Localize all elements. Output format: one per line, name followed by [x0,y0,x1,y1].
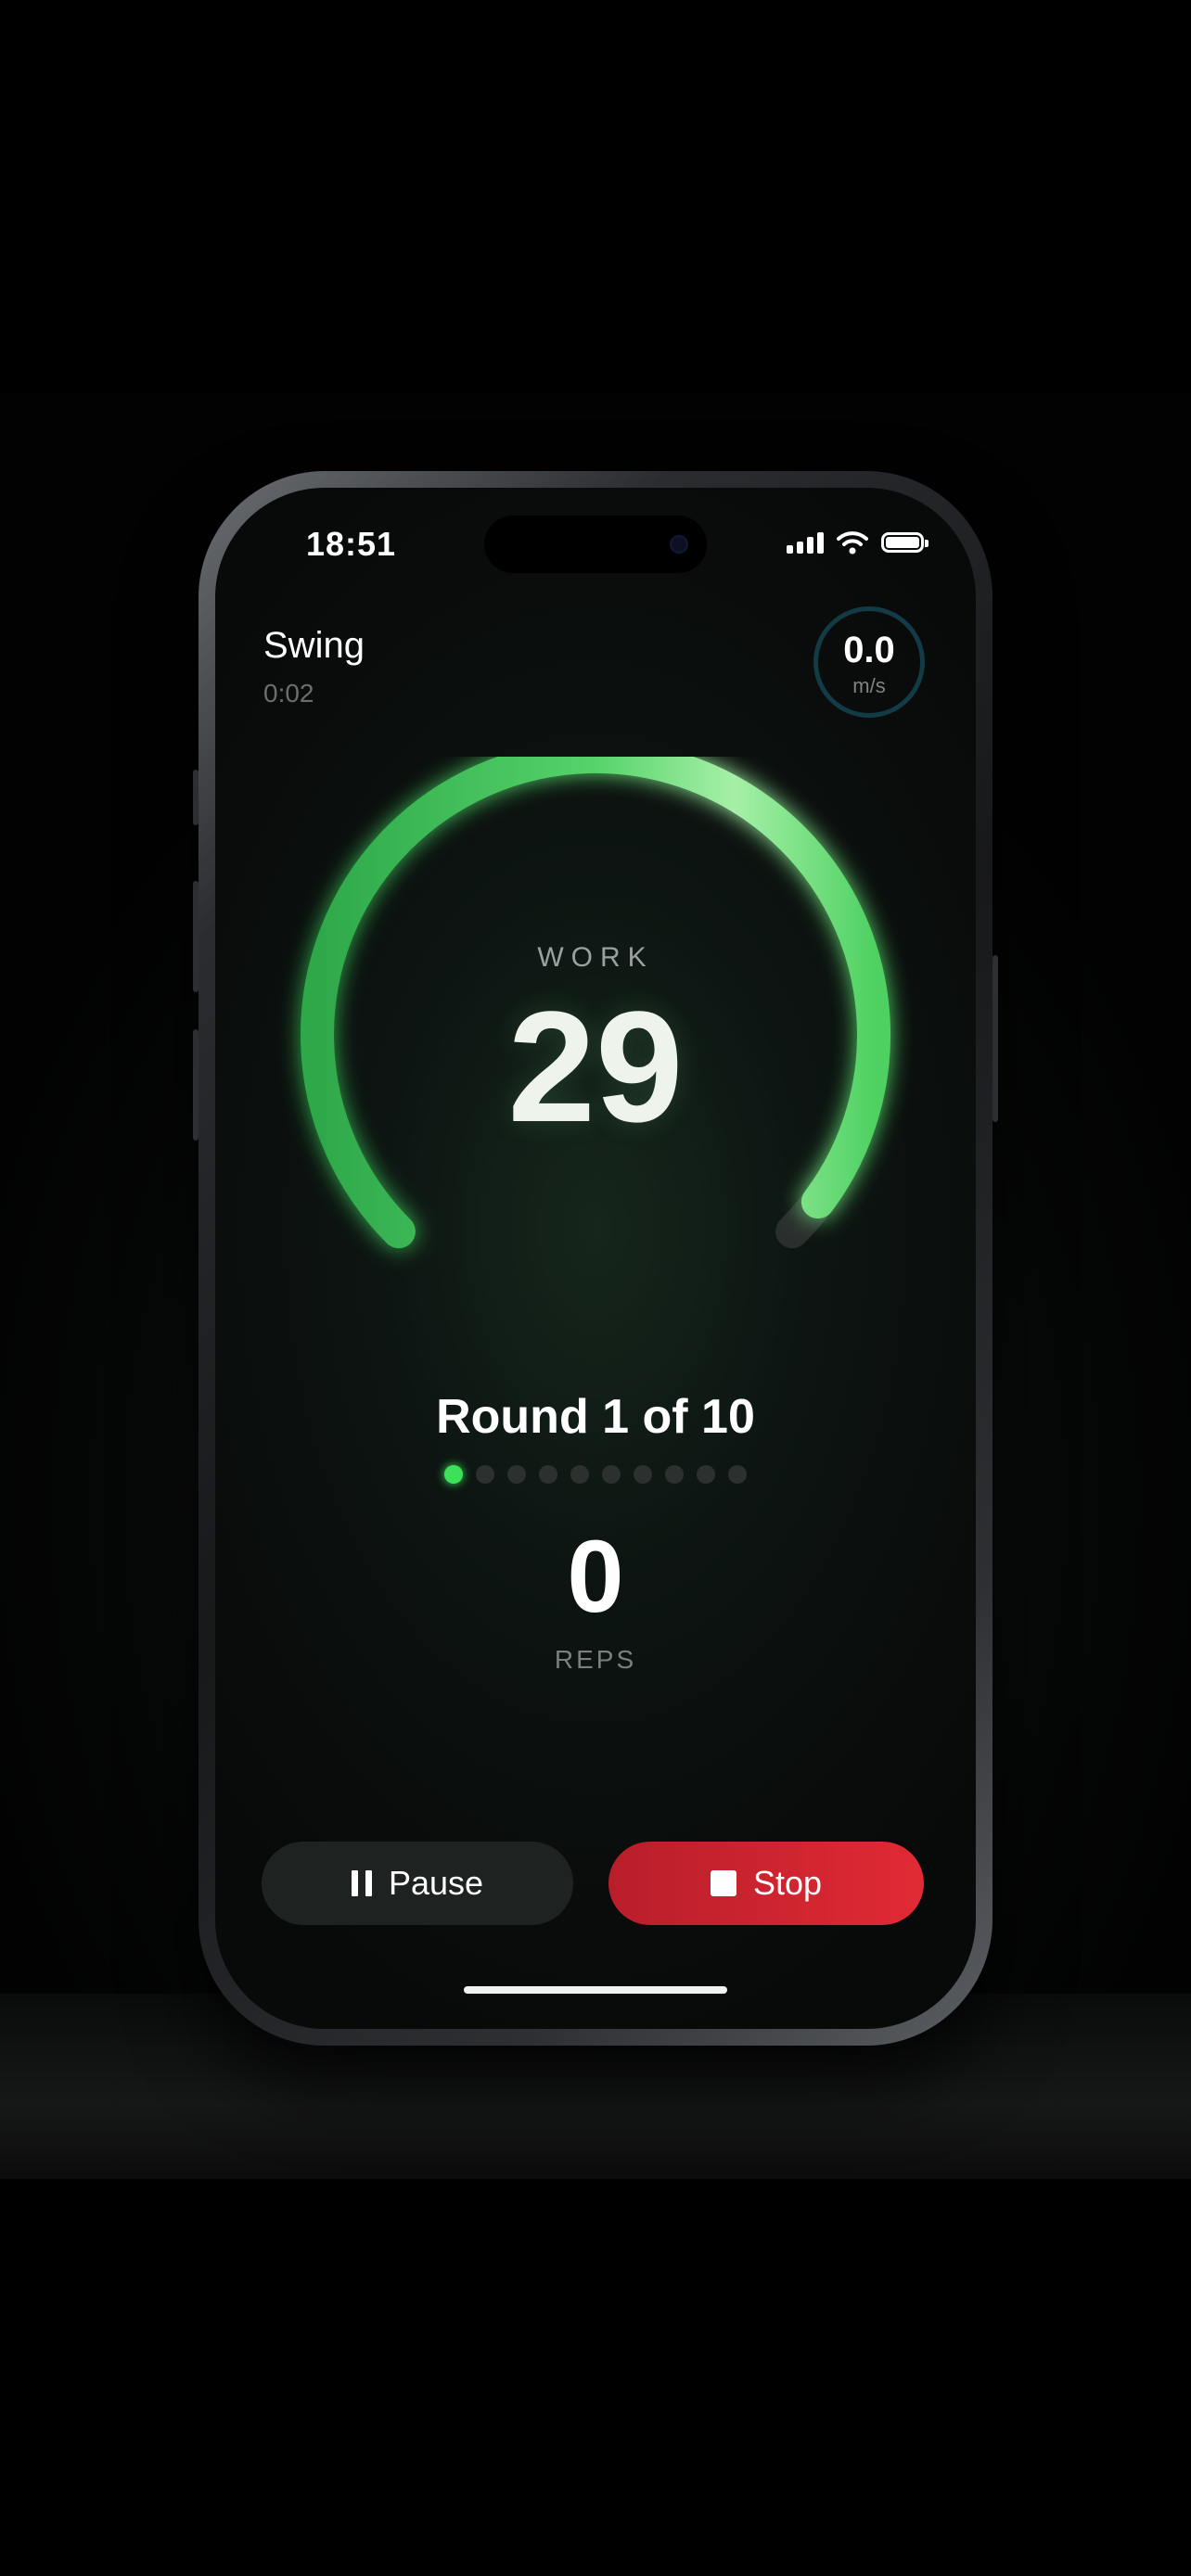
wifi-icon [837,531,868,555]
reps-label: REPS [554,1645,637,1674]
volume-down-button [193,1029,198,1141]
cellular-signal-icon [787,531,824,554]
round-dot [476,1465,494,1484]
elapsed-time: 0:02 [263,679,314,708]
stop-button[interactable]: Stop [608,1842,924,1925]
round-dot [665,1465,684,1484]
battery-icon [881,532,928,553]
stop-icon [710,1870,736,1896]
speed-gauge[interactable]: 0.0 m/s [813,606,925,718]
pause-button-label: Pause [388,1864,484,1902]
speed-value: 0.0 [843,630,895,670]
round-dot [444,1465,463,1484]
pause-button[interactable]: Pause [262,1842,573,1925]
reps-count: 0 [567,1520,624,1634]
camera-icon [670,535,688,554]
home-indicator[interactable] [464,1986,727,1994]
countdown-seconds: 29 [507,979,684,1155]
round-dot [697,1465,715,1484]
status-time: 18:51 [306,525,397,563]
round-label: Round 1 of 10 [436,1390,755,1444]
phone-screen: 18:51 Swing 0:02 0.0 m/s WORK 29 Round 1… [215,488,976,2029]
round-dot [570,1465,589,1484]
dynamic-island [484,516,707,573]
round-dot [634,1465,652,1484]
exercise-name: Swing [263,625,365,666]
phase-label: WORK [537,942,654,973]
power-button [992,955,998,1122]
round-progress-dots [215,1465,976,1484]
round-dot [728,1465,747,1484]
status-icons [787,530,928,555]
speed-unit: m/s [852,674,886,697]
stop-button-label: Stop [752,1864,823,1902]
round-dot [539,1465,557,1484]
volume-up-button [193,881,198,992]
round-dot [507,1465,526,1484]
mute-switch [193,770,198,825]
pause-icon [351,1870,372,1896]
round-dot [602,1465,621,1484]
